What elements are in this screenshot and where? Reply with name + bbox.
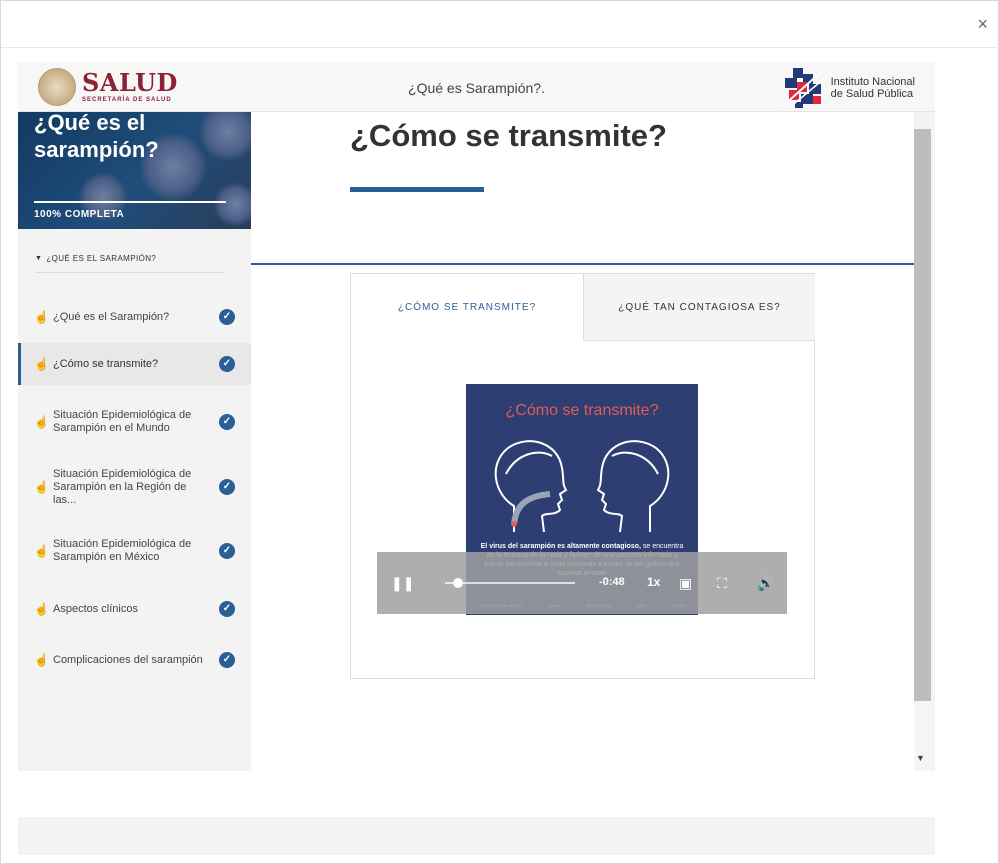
course-sidebar: ¿Qué es el sarampión? 100% COMPLETA ▼ ¿Q… — [18, 112, 251, 771]
course-header: SALUD SECRETARÍA DE SALUD ¿Qué es Saramp… — [18, 62, 935, 112]
tab-como-se-transmite[interactable]: ¿CÓMO SE TRANSMITE? — [351, 274, 583, 341]
sidebar-item-situacion-region[interactable]: ☝ Situación Epidemiológica de Sarampión … — [18, 459, 251, 515]
progress-label: 100% COMPLETA — [34, 209, 125, 220]
insp-logo: Instituto Nacional de Salud Pública — [781, 66, 915, 110]
pointer-hand-icon: ☝ — [34, 602, 49, 616]
content-divider — [251, 263, 914, 265]
picture-in-picture-icon[interactable]: ▣ — [679, 574, 692, 592]
pointer-hand-icon: ☝ — [34, 415, 49, 429]
fullscreen-icon[interactable]: ⛶ — [717, 574, 727, 592]
pointer-hand-icon: ☝ — [34, 544, 49, 558]
pointer-hand-icon: ☝ — [34, 480, 49, 494]
insp-name-line1: Instituto Nacional — [830, 76, 915, 88]
sidebar-item-aspectos-clinicos[interactable]: ☝ Aspectos clínicos ✓ — [18, 587, 251, 631]
playback-rate-button[interactable]: 1x — [647, 575, 660, 589]
salud-logo-subtitle: SECRETARÍA DE SALUD — [82, 97, 172, 103]
insp-logo-icon — [781, 68, 826, 109]
check-icon: ✓ — [219, 356, 235, 372]
scroll-down-icon[interactable]: ▼ — [916, 753, 925, 763]
content-scrollbar[interactable] — [914, 129, 931, 701]
hero-title: ¿Qué es el sarampión? — [34, 112, 159, 162]
title-accent-bar — [350, 187, 484, 192]
sidebar-item-complicaciones[interactable]: ☝ Complicaciones del sarampión ✓ — [18, 631, 251, 689]
sidebar-item-situacion-mexico[interactable]: ☝ Situación Epidemiológica de Sarampión … — [18, 515, 251, 587]
video-controls: ❚❚ -0:48 1x ▣ ⛶ 🔊 — [377, 552, 787, 614]
heads-illustration — [494, 440, 670, 533]
caret-down-icon: ▼ — [35, 255, 43, 262]
pointer-hand-icon: ☝ — [34, 653, 49, 667]
check-icon: ✓ — [219, 601, 235, 617]
lesson-content: ¿Cómo se transmite? ¿CÓMO SE TRANSMITE? … — [251, 112, 914, 771]
close-icon[interactable]: × — [977, 15, 988, 33]
sidebar-item-como-se-transmite[interactable]: ☝ ¿Cómo se transmite? ✓ — [18, 343, 251, 385]
modal-footer — [18, 817, 935, 855]
virus-image — [213, 182, 251, 227]
pointer-hand-icon: ☝ — [34, 310, 49, 324]
lesson-title: ¿Cómo se transmite? — [350, 118, 667, 153]
section-label: ¿QUÉ ES EL SARAMPIÓN? — [46, 254, 157, 263]
time-remaining: -0:48 — [599, 576, 625, 588]
seek-handle[interactable] — [453, 578, 463, 588]
course-hero-banner: ¿Qué es el sarampión? 100% COMPLETA — [18, 112, 251, 229]
volume-icon[interactable]: 🔊 — [757, 574, 774, 592]
lesson-menu: ☝ ¿Qué es el Sarampión? ✓ ☝ ¿Cómo se tra… — [18, 291, 251, 689]
section-toggle[interactable]: ▼ ¿QUÉ ES EL SARAMPIÓN? — [35, 245, 225, 273]
check-icon: ✓ — [219, 479, 235, 495]
modal-divider — [1, 47, 999, 48]
check-icon: ✓ — [219, 414, 235, 430]
check-icon: ✓ — [219, 309, 235, 325]
tab-que-tan-contagiosa[interactable]: ¿QUÉ TAN CONTAGIOSA ES? — [583, 274, 815, 341]
pointer-hand-icon: ☝ — [34, 357, 49, 371]
check-icon: ✓ — [219, 652, 235, 668]
tabs-container: ¿CÓMO SE TRANSMITE? ¿QUÉ TAN CONTAGIOSA … — [350, 273, 815, 679]
sidebar-item-situacion-mundo[interactable]: ☝ Situación Epidemiológica de Sarampión … — [18, 385, 251, 459]
seek-bar[interactable] — [445, 582, 575, 584]
insp-name-line2: de Salud Pública — [830, 88, 914, 100]
lesson-modal: × SALUD SECRETARÍA DE SALUD ¿Qué es Sara… — [0, 0, 999, 864]
sidebar-item-que-es[interactable]: ☝ ¿Qué es el Sarampión? ✓ — [18, 291, 251, 343]
course-frame: SALUD SECRETARÍA DE SALUD ¿Qué es Saramp… — [18, 62, 935, 771]
check-icon: ✓ — [219, 543, 235, 559]
pause-icon[interactable]: ❚❚ — [391, 574, 414, 592]
video-title: ¿Cómo se transmite? — [505, 402, 659, 419]
progress-bar — [34, 201, 226, 203]
